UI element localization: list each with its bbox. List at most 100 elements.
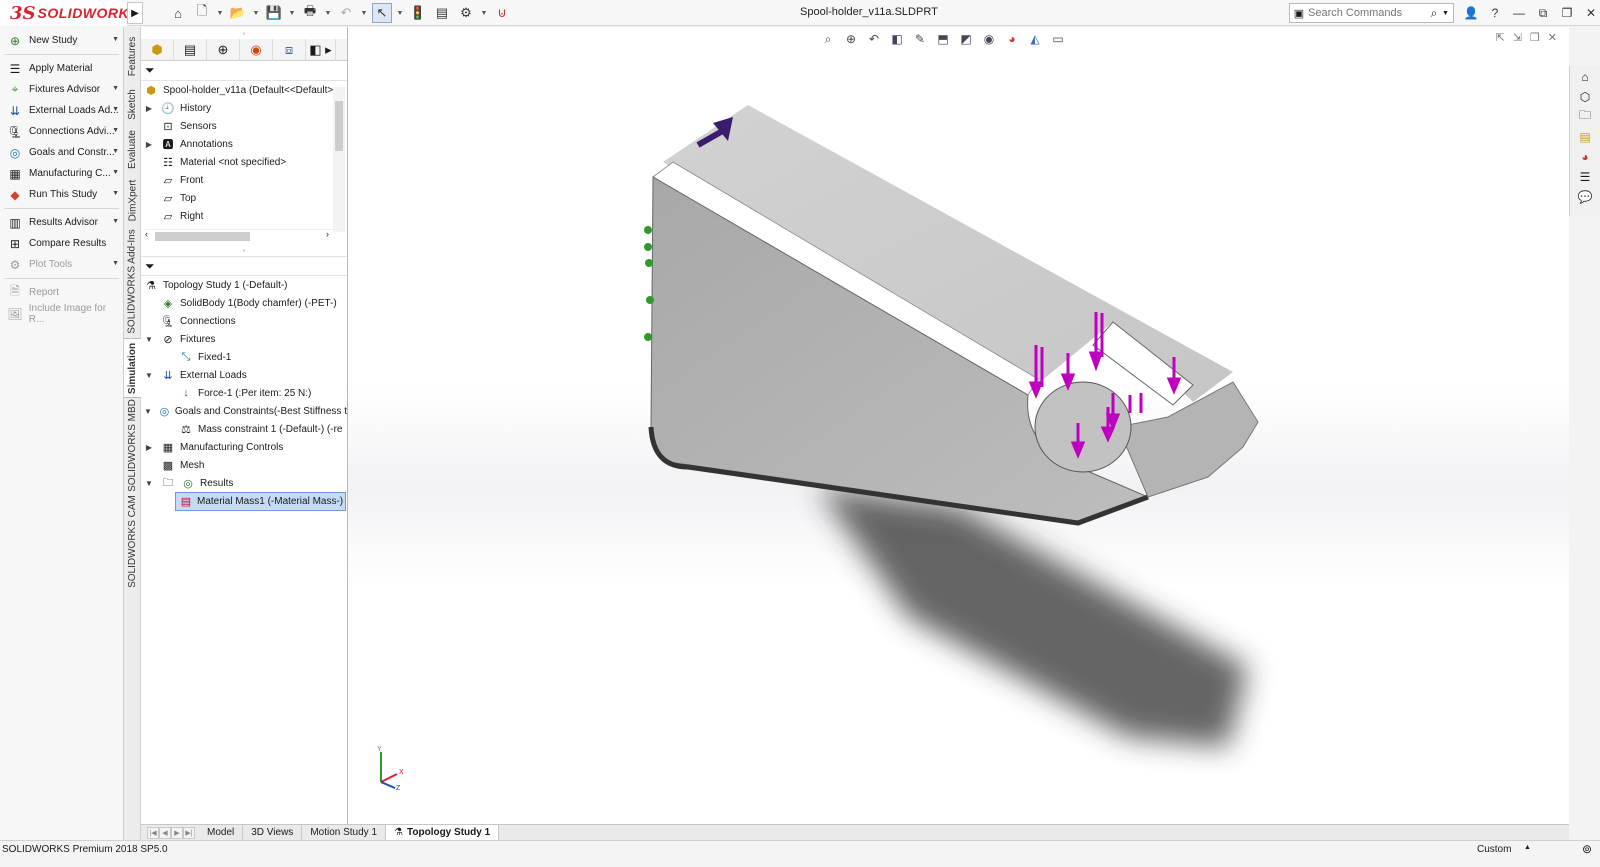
scroll-thumb[interactable] — [155, 232, 250, 241]
file-explorer-icon[interactable]: ▤ — [1574, 127, 1596, 146]
study-item-goals[interactable]: ▼ ◎ Goals and Constraints(-Best Stiffnes… — [141, 402, 347, 420]
property-manager-tab-icon[interactable]: ▤ — [174, 39, 207, 61]
select-dropdown-icon[interactable]: ▼ — [396, 3, 404, 23]
prev-tab-icon[interactable]: ◀ — [159, 826, 171, 839]
first-tab-icon[interactable]: |◀ — [147, 826, 159, 839]
feature-tree-tab-icon[interactable]: ⬢ — [141, 39, 174, 61]
user-icon[interactable]: 👤 — [1460, 3, 1482, 23]
tab-motion-study[interactable]: Motion Study 1 — [302, 824, 387, 841]
custom-properties-icon[interactable]: ☰ — [1574, 167, 1596, 186]
chevron-down-icon[interactable]: ▼ — [112, 36, 119, 43]
tab-dimxpert[interactable]: DimXpert — [124, 175, 141, 225]
tree-item-material[interactable]: ☷ Material <not specified> — [141, 153, 347, 171]
last-tab-icon[interactable]: ▶| — [183, 826, 195, 839]
file-properties-icon[interactable]: ▤ — [432, 3, 452, 23]
scroll-right-icon[interactable]: › — [326, 229, 329, 239]
study-item-material-mass[interactable]: ▤ Material Mass1 (-Material Mass-) — [141, 491, 347, 511]
graphics-viewport[interactable]: ⌕ ⊕ ↶ ◧ ✎ ⬒ ◩ ◉ ◕ ◭ ▭ ⇱ ⇲ ❐ ✕ Y X Z — [348, 27, 1569, 824]
connections-advisor-button[interactable]: 🗜 Connections Advi... ▼ — [0, 121, 123, 142]
chevron-down-icon[interactable]: ▼ — [112, 106, 119, 113]
study-filter[interactable]: ⏷ — [141, 256, 347, 276]
menu-expand-button[interactable]: ▶ — [127, 2, 143, 24]
tab-cam[interactable]: SOLIDWORKS CAM — [124, 493, 141, 589]
fixtures-advisor-button[interactable]: ⌖ Fixtures Advisor ▼ — [0, 79, 123, 100]
tab-topology-study[interactable]: ⚗ Topology Study 1 — [386, 824, 500, 841]
tree-item-sensors[interactable]: ⊡ Sensors — [141, 117, 347, 135]
home-icon[interactable]: ⌂ — [168, 3, 188, 23]
tree-item-history[interactable]: ▶ 🕘 History — [141, 99, 347, 117]
undo-icon[interactable]: ↶ — [336, 3, 356, 23]
chevron-down-icon[interactable]: ▼ — [112, 190, 119, 197]
tree-root[interactable]: ⬢ Spool-holder_v11a (Default<<Default> — [141, 81, 347, 99]
chevron-down-icon[interactable]: ▼ — [112, 85, 119, 92]
magnet-icon[interactable]: ⊍ — [492, 3, 512, 23]
close-icon[interactable]: ✕ — [1580, 3, 1600, 23]
tab-evaluate[interactable]: Evaluate — [124, 126, 141, 172]
search-icon[interactable]: ⌕ — [1426, 6, 1442, 21]
rebuild-status-icon[interactable]: ⊚ — [1582, 842, 1592, 856]
solidworks-logo[interactable]: 3S SOLIDWORKS — [0, 0, 138, 26]
report-button[interactable]: 🗎 Report — [0, 282, 123, 303]
study-root[interactable]: ⚗ Topology Study 1 (-Default-) — [141, 276, 347, 294]
tab-addins[interactable]: SOLIDWORKS Add-Ins — [124, 227, 141, 335]
scroll-left-icon[interactable]: ‹ — [145, 229, 148, 239]
resources-icon[interactable]: ⬡ — [1574, 87, 1596, 106]
part-model[interactable] — [348, 27, 1569, 824]
chevron-up-icon[interactable]: ▲ — [1524, 844, 1531, 851]
display-manager-tab-icon[interactable]: ⧈ — [273, 39, 306, 61]
tab-sketch[interactable]: Sketch — [124, 84, 141, 124]
chevron-down-icon[interactable]: ▼ — [112, 218, 119, 225]
dimxpert-tab-icon[interactable]: ◉ — [240, 39, 273, 61]
feature-tree-vscrollbar[interactable] — [333, 87, 345, 232]
panel-grip-icon[interactable]: ◦ — [141, 27, 347, 39]
print-dropdown-icon[interactable]: ▼ — [324, 3, 332, 23]
configuration-manager-tab-icon[interactable]: ⊕ — [207, 39, 240, 61]
collapse-arrow-icon[interactable]: ▼ — [144, 371, 154, 380]
rebuild-icon[interactable]: 🚦 — [408, 3, 428, 23]
include-image-button[interactable]: 🖼 Include Image for R... — [0, 303, 123, 325]
results-advisor-button[interactable]: ▥ Results Advisor ▼ — [0, 212, 123, 233]
save-dropdown-icon[interactable]: ▼ — [288, 3, 296, 23]
study-item-solidbody[interactable]: ◈ SolidBody 1(Body chamfer) (-PET-) — [141, 294, 347, 312]
chevron-down-icon[interactable]: ▼ — [112, 127, 119, 134]
design-library-icon[interactable]: 🗀 — [1574, 107, 1596, 126]
new-document-icon[interactable]: 🗋 — [192, 3, 212, 23]
unit-system[interactable]: Custom — [1477, 844, 1511, 855]
new-dropdown-icon[interactable]: ▼ — [216, 3, 224, 23]
feature-tree-hscrollbar[interactable]: ‹ › — [145, 229, 343, 241]
open-dropdown-icon[interactable]: ▼ — [252, 3, 260, 23]
select-icon[interactable]: ↖ — [372, 3, 392, 23]
splitter-grip-icon[interactable]: ◦ — [141, 244, 347, 256]
study-item-external-loads[interactable]: ▼ ⇊ External Loads — [141, 366, 347, 384]
study-item-force-1[interactable]: ↓ Force-1 (:Per item: 25 N:) — [141, 384, 347, 402]
expand-arrow-icon[interactable]: ▶ — [144, 140, 154, 149]
collapse-arrow-icon[interactable]: ▼ — [144, 335, 154, 344]
tab-model[interactable]: Model — [199, 824, 244, 841]
new-study-button[interactable]: ⊕ New Study ▼ — [0, 30, 123, 51]
collapse-arrow-icon[interactable]: ▼ — [144, 407, 152, 416]
options-icon[interactable]: ⚙ — [456, 3, 476, 23]
search-input[interactable] — [1308, 7, 1426, 19]
manufacturing-controls-button[interactable]: ▦ Manufacturing C... ▼ — [0, 163, 123, 184]
expand-arrow-icon[interactable]: ▶ — [144, 443, 154, 452]
tree-filter[interactable]: ⏷ — [141, 61, 347, 81]
study-item-mass-constraint[interactable]: ⚖ Mass constraint 1 (-Default-) (-re — [141, 420, 347, 438]
filter-icon[interactable]: ⏷ — [145, 259, 155, 274]
print-icon[interactable]: 🖶 — [300, 3, 320, 23]
open-icon[interactable]: 📂 — [228, 3, 248, 23]
search-dropdown-icon[interactable]: ▼ — [1442, 10, 1449, 17]
compare-results-button[interactable]: ⊞ Compare Results — [0, 233, 123, 254]
tile-icon[interactable]: ⧉ — [1532, 3, 1554, 23]
tree-item-top[interactable]: ▱ Top — [141, 189, 347, 207]
plot-tools-button[interactable]: ⚙ Plot Tools ▼ — [0, 254, 123, 275]
chevron-down-icon[interactable]: ▼ — [112, 169, 119, 176]
help-icon[interactable]: ? — [1484, 3, 1506, 23]
chevron-down-icon[interactable]: ▼ — [112, 148, 119, 155]
tree-item-front[interactable]: ▱ Front — [141, 171, 347, 189]
tab-3d-views[interactable]: 3D Views — [243, 824, 303, 841]
run-study-button[interactable]: ◆ Run This Study ▼ — [0, 184, 123, 205]
study-item-connections[interactable]: 🗜 Connections — [141, 312, 347, 330]
study-item-manufacturing[interactable]: ▶ ▦ Manufacturing Controls — [141, 438, 347, 456]
study-item-fixtures[interactable]: ▼ ⊘ Fixtures — [141, 330, 347, 348]
more-tabs-icon[interactable]: ◧ ▸ — [306, 39, 336, 61]
